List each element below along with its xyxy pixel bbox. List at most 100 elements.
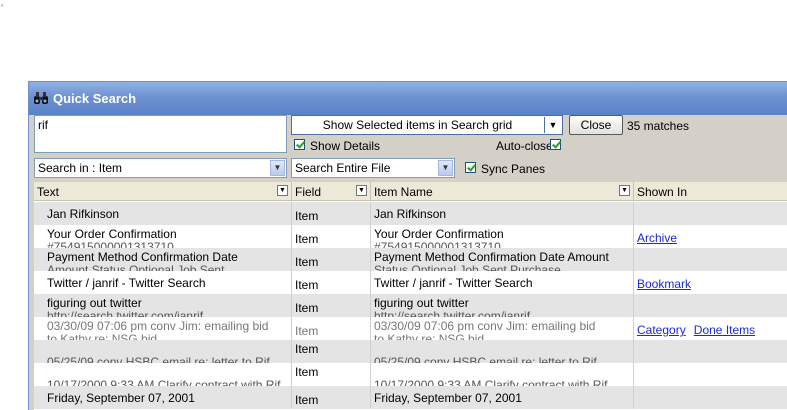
binoculars-icon [34, 92, 48, 104]
match-count: 35 matches [627, 119, 690, 133]
cell-item-name-line-2: 10/17/2000 9:33 AM Clarify contract with… [374, 378, 608, 386]
cell-item-name-line: Friday, September 07, 2001 [374, 391, 522, 405]
close-button[interactable]: Close [569, 115, 623, 135]
cell-text-line: figuring out twitter [47, 296, 142, 310]
show-selected-dropdown[interactable]: Show Selected items in Search grid ▼ [291, 115, 563, 135]
scope-value: Search Entire File [295, 161, 391, 175]
cell-field: Item [292, 386, 371, 409]
cell-text-line-2: Amount Status Optional Job Sent [47, 263, 225, 271]
cell-text-line-2: 10/17/2000 9:33 AM Clarify contract with… [47, 378, 281, 386]
cell-item-name-line-2: http://search.twitter.com/janrif [374, 309, 531, 317]
cell-item-name: Jan Rifkinson [371, 202, 634, 225]
shown-in-link[interactable]: Category [637, 323, 686, 337]
cell-field: Item [292, 363, 371, 386]
quick-search-window: Quick Search rif Show Selected items in … [28, 81, 787, 410]
cell-item-name: 05/25/09 conv HSBC email re: letter to R… [371, 340, 634, 363]
filter-dropdown-icon[interactable]: ▼ [356, 185, 367, 196]
table-row[interactable]: Friday, September 07, 2001 Item Friday, Se… [34, 386, 787, 409]
search-input[interactable]: rif [34, 115, 287, 153]
scope-select[interactable]: Search Entire File ▼ [291, 158, 455, 178]
chevron-down-icon[interactable]: ▼ [270, 160, 285, 176]
table-row[interactable]: Payment Method Confirmation Date Amount S… [34, 248, 787, 271]
results-grid: Text ▼ Field ▼ Item Name ▼ Shown In Jan … [34, 182, 787, 410]
shown-in-link[interactable]: Archive [637, 231, 677, 245]
cell-text-line-2: #754915000001313710 [47, 240, 174, 248]
cell-field-value: Item [295, 301, 319, 315]
table-row[interactable]: Your Order Confirmation #7549150000013137… [34, 225, 787, 248]
column-header-shown-in[interactable]: Shown In [634, 182, 787, 201]
search-in-value: Search in : Item [38, 161, 123, 175]
cell-item-name-line-2: Status Optional Job Sent Purchase [374, 263, 561, 271]
cell-text: Jan Rifkinson [34, 202, 292, 225]
table-row[interactable]: 05/25/09 conv HSBC email re: letter to R… [34, 340, 787, 363]
cell-text-line: Friday, September 07, 2001 [47, 391, 195, 405]
auto-close-label: Auto-close [496, 139, 553, 153]
auto-close-checkbox[interactable] [550, 139, 561, 150]
cell-item-name: Friday, September 07, 2001 [371, 386, 634, 409]
cell-shown-in: Archive [634, 225, 787, 248]
cell-shown-in [634, 202, 787, 225]
cell-item-name-line: Twitter / janrif - Twitter Search [374, 276, 533, 290]
cell-field: Item [292, 202, 371, 225]
chevron-down-icon[interactable]: ▼ [544, 117, 561, 133]
cell-text-line-2: to Kathy re: NSG bid [47, 332, 158, 340]
cell-item-name-line-2: to Kathy re: NSG bid [374, 332, 485, 340]
cell-text: 03/30/09 07:06 pm conv Jim: emailing bid… [34, 317, 292, 340]
table-row[interactable]: 10/17/2000 9:33 AM Clarify contract with… [34, 363, 787, 386]
cell-item-name-line: figuring out twitter [374, 296, 469, 310]
cell-field: Item [292, 271, 371, 294]
cell-text-line-2: 05/25/09 conv HSBC email re: letter to R… [47, 355, 270, 363]
sync-panes-checkbox[interactable] [465, 162, 476, 173]
cell-field-value: Item [295, 255, 319, 269]
cell-field-value: Item [295, 232, 319, 246]
cell-item-name: Twitter / janrif - Twitter Search [371, 271, 634, 294]
title-bar[interactable]: Quick Search [29, 82, 787, 115]
chevron-down-icon[interactable]: ▼ [438, 160, 453, 176]
filter-dropdown-icon[interactable]: ▼ [619, 185, 630, 196]
cell-field: Item [292, 294, 371, 317]
cell-shown-in [634, 386, 787, 409]
column-header-item-name[interactable]: Item Name ▼ [371, 182, 634, 201]
cell-shown-in: Category Done Items [634, 317, 787, 340]
cell-text-line: Twitter / janrif - Twitter Search [47, 276, 206, 290]
cell-field: Item [292, 225, 371, 248]
search-in-select[interactable]: Search in : Item ▼ [34, 158, 287, 178]
shown-in-link[interactable]: Bookmark [637, 277, 691, 291]
cell-field-value: Item [295, 342, 319, 356]
cell-shown-in [634, 248, 787, 271]
cell-field: Item [292, 340, 371, 363]
table-row[interactable]: 03/30/09 07:06 pm conv Jim: emailing bid… [34, 317, 787, 340]
cell-item-name-line-2: 05/25/09 conv HSBC email re: letter to R… [374, 355, 597, 363]
window-title: Quick Search [53, 91, 137, 106]
cell-item-name-line: 03/30/09 07:06 pm conv Jim: emailing bid [374, 319, 596, 333]
cell-text-line: 03/30/09 07:06 pm conv Jim: emailing bid [47, 319, 269, 333]
cell-text-line: Your Order Confirmation [47, 227, 177, 241]
cell-field-value: Item [295, 393, 319, 407]
column-header-text[interactable]: Text ▼ [34, 182, 292, 201]
filter-dropdown-icon[interactable]: ▼ [277, 185, 288, 196]
cell-text: Twitter / janrif - Twitter Search [34, 271, 292, 294]
cell-item-name: Payment Method Confirmation Date Amount S… [371, 248, 634, 271]
background-window-strip [187, 70, 257, 80]
show-details-checkbox[interactable] [294, 139, 305, 150]
table-row[interactable]: figuring out twitter http://search.twitte… [34, 294, 787, 317]
cell-text-line-2: http://search.twitter.com/janrif [47, 309, 204, 317]
cell-text-line: Jan Rifkinson [47, 207, 120, 221]
cell-text: 05/25/09 conv HSBC email re: letter to R… [34, 340, 292, 363]
cell-shown-in [634, 294, 787, 317]
cell-text: Your Order Confirmation #7549150000013137… [34, 225, 292, 248]
table-row[interactable]: Twitter / janrif - Twitter Search Item Twi… [34, 271, 787, 294]
cell-text: Friday, September 07, 2001 [34, 386, 292, 409]
cell-field-value: Item [295, 324, 319, 338]
column-header-field[interactable]: Field ▼ [292, 182, 371, 201]
shown-in-link[interactable]: Done Items [694, 323, 755, 337]
show-selected-label: Show Selected items in Search grid [322, 118, 513, 132]
cell-field-value: Item [295, 209, 319, 223]
sync-panes-label: Sync Panes [481, 162, 546, 176]
cell-item-name-line: Payment Method Confirmation Date Amount [374, 250, 609, 264]
cell-text: Payment Method Confirmation Date Amount S… [34, 248, 292, 271]
cell-shown-in [634, 340, 787, 363]
table-row[interactable]: Jan Rifkinson Item Jan Rifkinson [34, 202, 787, 225]
cell-field-value: Item [295, 278, 319, 292]
cell-text: figuring out twitter http://search.twitte… [34, 294, 292, 317]
